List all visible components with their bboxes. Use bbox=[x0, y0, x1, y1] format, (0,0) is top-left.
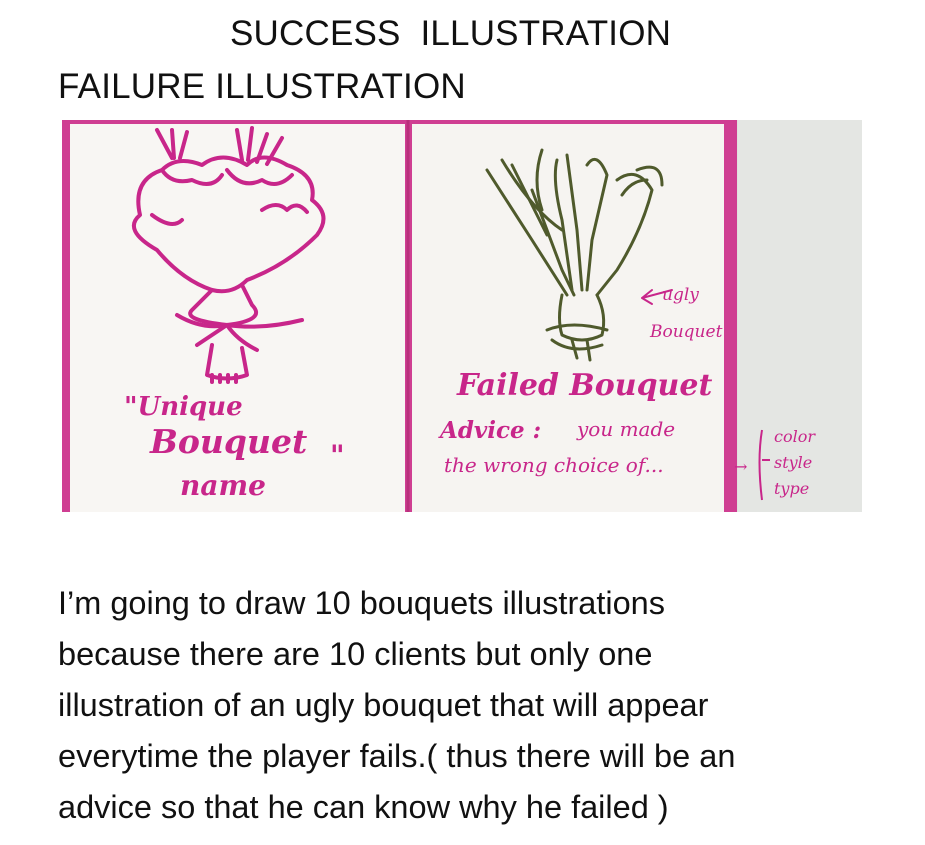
failure-illustration-heading: FAILURE ILLUSTRATION bbox=[58, 67, 466, 106]
description-line: I’m going to draw 10 bouquets illustrati… bbox=[58, 585, 666, 621]
caption-closing-quote: " bbox=[330, 439, 345, 472]
options-arrow: → bbox=[734, 457, 747, 476]
ugly-annotation-line-1: ugly bbox=[662, 285, 699, 305]
failed-bouquet-title: Failed Bouquet bbox=[456, 368, 712, 403]
ugly-annotation-line-2: Bouquet bbox=[649, 322, 723, 342]
success-illustration-heading: SUCCESS ILLUSTRATION bbox=[230, 14, 672, 53]
option-color: color bbox=[774, 427, 816, 446]
description-line: illustration of an ugly bouquet that wil… bbox=[58, 687, 709, 723]
advice-text-2: the wrong choice of... bbox=[444, 453, 664, 477]
advice-text-1: you made bbox=[576, 417, 675, 441]
description-line: everytime the player fails.( thus there … bbox=[58, 738, 736, 774]
advice-label: Advice : bbox=[438, 417, 541, 444]
sketchbook-photo: "Unique Bouquet " name ugly Bouquet Fail… bbox=[62, 120, 862, 512]
description-line: advice so that he can know why he failed… bbox=[58, 789, 669, 825]
option-type: type bbox=[774, 479, 809, 498]
caption-line-1: "Unique bbox=[124, 392, 243, 422]
option-style: style bbox=[774, 453, 812, 472]
description-line: because there are 10 clients but only on… bbox=[58, 636, 653, 672]
description-paragraph: I’m going to draw 10 bouquets illustrati… bbox=[58, 578, 898, 833]
caption-line-3: name bbox=[180, 469, 266, 502]
caption-line-2: Bouquet bbox=[149, 422, 307, 461]
sketchbook-drawing: "Unique Bouquet " name ugly Bouquet Fail… bbox=[62, 120, 862, 512]
